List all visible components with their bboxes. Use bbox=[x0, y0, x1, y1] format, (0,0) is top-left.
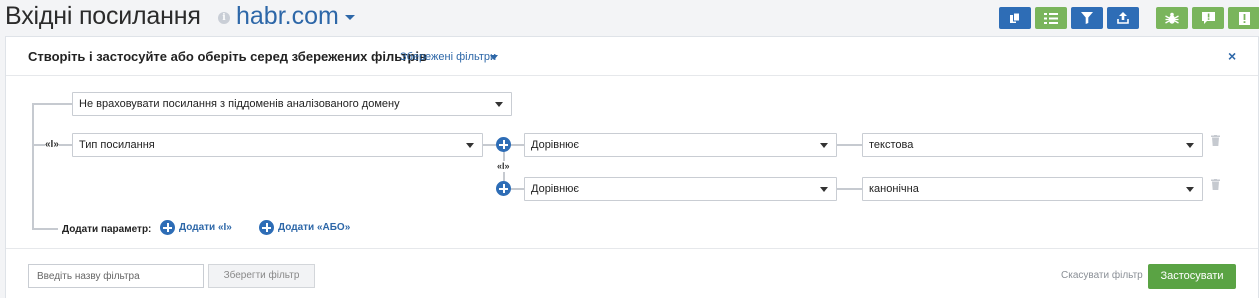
apply-button[interactable]: Застосувати bbox=[1148, 264, 1236, 289]
operator-select-value: Дорівнює bbox=[531, 183, 580, 195]
link-type-select-value: Тип посилання bbox=[79, 139, 155, 151]
tree-connector bbox=[503, 172, 505, 181]
add-or-button[interactable]: Додати «АБО» bbox=[259, 220, 350, 235]
chevron-down-icon[interactable] bbox=[345, 15, 355, 20]
add-and-button[interactable]: Додати «І» bbox=[160, 220, 232, 235]
tree-connector bbox=[32, 103, 72, 105]
tree-connector bbox=[837, 144, 862, 146]
chevron-down-icon[interactable] bbox=[490, 55, 498, 60]
chevron-down-icon bbox=[820, 143, 828, 148]
tree-connector bbox=[34, 144, 45, 146]
chevron-down-icon bbox=[466, 143, 474, 148]
save-filter-button[interactable]: Зберегти фільтр bbox=[208, 264, 315, 288]
add-condition-button[interactable] bbox=[496, 137, 511, 152]
filter-panel: Створіть і застосуйте або оберіть серед … bbox=[5, 36, 1259, 298]
filter-button[interactable] bbox=[1071, 7, 1103, 29]
footer-divider bbox=[6, 248, 1258, 249]
domain-selector[interactable]: habr.com bbox=[236, 2, 339, 31]
value-select[interactable]: канонічна bbox=[862, 177, 1203, 201]
plus-icon bbox=[160, 220, 175, 235]
tree-connector bbox=[510, 144, 524, 146]
tree-connector bbox=[32, 228, 58, 230]
trash-icon[interactable] bbox=[1211, 135, 1220, 146]
saved-filters-dropdown[interactable]: Збережені фільтри bbox=[400, 51, 496, 63]
and-operator-label: «І» bbox=[497, 161, 510, 171]
copy-button[interactable] bbox=[999, 7, 1031, 29]
filter-name-input[interactable] bbox=[28, 264, 204, 288]
link-type-select[interactable]: Тип посилання bbox=[72, 133, 483, 157]
operator-select[interactable]: Дорівнює bbox=[524, 133, 837, 157]
subdomain-select[interactable]: Не враховувати посилання з піддоменів ан… bbox=[72, 92, 512, 116]
chevron-down-icon bbox=[820, 187, 828, 192]
upload-icon bbox=[1117, 12, 1129, 24]
report-button[interactable] bbox=[1228, 7, 1259, 29]
tree-connector-vertical bbox=[32, 103, 34, 230]
operator-select-value: Дорівнює bbox=[531, 139, 580, 151]
and-operator-label: «І» bbox=[45, 139, 59, 150]
add-param-label: Додати параметр: bbox=[62, 224, 152, 235]
filter-panel-header: Створіть і застосуйте або оберіть серед … bbox=[6, 37, 1258, 76]
chevron-down-icon bbox=[1186, 187, 1194, 192]
trash-icon[interactable] bbox=[1211, 179, 1220, 190]
columns-button[interactable] bbox=[1035, 7, 1067, 29]
chevron-down-icon bbox=[495, 102, 503, 107]
tree-connector bbox=[483, 144, 496, 146]
columns-icon bbox=[1044, 12, 1058, 24]
crawler-button[interactable] bbox=[1156, 7, 1188, 29]
add-condition-button[interactable] bbox=[496, 181, 511, 196]
operator-select[interactable]: Дорівнює bbox=[524, 177, 837, 201]
bug-icon bbox=[1165, 12, 1179, 24]
chevron-down-icon bbox=[1186, 143, 1194, 148]
export-button[interactable] bbox=[1107, 7, 1139, 29]
page-header: Вхідні посилання i habr.com bbox=[0, 0, 1259, 36]
subdomain-select-value: Не враховувати посилання з піддоменів ан… bbox=[79, 98, 400, 110]
tree-connector bbox=[510, 188, 524, 190]
page-title: Вхідні посилання bbox=[5, 2, 201, 30]
add-or-label: Додати «АБО» bbox=[278, 222, 351, 233]
cancel-filter-link[interactable]: Скасувати фільтр bbox=[1061, 270, 1143, 281]
info-icon[interactable]: i bbox=[218, 12, 230, 24]
feedback-button[interactable] bbox=[1192, 7, 1224, 29]
tree-connector bbox=[59, 144, 72, 146]
plus-icon bbox=[259, 220, 274, 235]
value-select-value: текстова bbox=[869, 139, 914, 151]
value-select[interactable]: текстова bbox=[862, 133, 1203, 157]
filter-icon bbox=[1081, 12, 1093, 24]
tree-connector bbox=[503, 151, 505, 161]
close-icon[interactable]: × bbox=[1228, 48, 1236, 64]
add-and-label: Додати «І» bbox=[179, 222, 232, 233]
panel-title: Створіть і застосуйте або оберіть серед … bbox=[28, 49, 428, 64]
tree-connector bbox=[837, 188, 862, 190]
value-select-value: канонічна bbox=[869, 183, 919, 195]
copy-icon bbox=[1010, 12, 1020, 23]
alert-icon bbox=[1238, 11, 1250, 25]
comment-alert-icon bbox=[1201, 11, 1215, 24]
